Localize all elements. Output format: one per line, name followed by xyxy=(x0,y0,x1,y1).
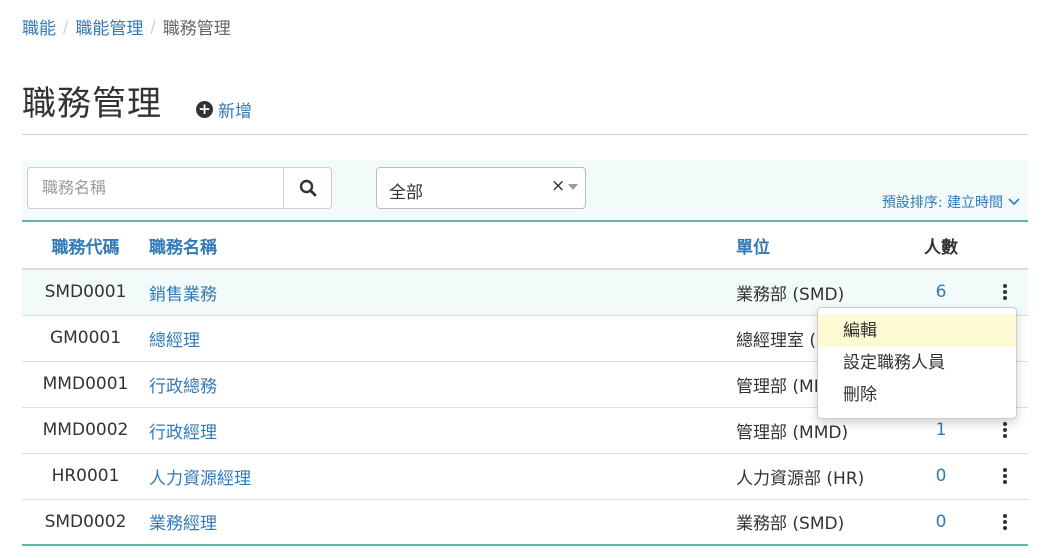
table-row: HR0001 人力資源經理 人力資源部 (HR) 0 xyxy=(22,453,1028,499)
breadcrumb-current: 職務管理 xyxy=(162,19,231,39)
sort-label: 預設排序: 建立時間 xyxy=(881,195,1003,211)
position-code: MMD0002 xyxy=(42,420,129,440)
position-count[interactable]: 0 xyxy=(901,453,981,499)
position-name-link[interactable]: 業務經理 xyxy=(149,514,217,534)
more-vertical-icon[interactable] xyxy=(1002,282,1007,302)
sort-dropdown[interactable]: 預設排序: 建立時間 xyxy=(882,192,1020,212)
position-code: SMD0001 xyxy=(44,282,127,303)
clear-icon[interactable]: × xyxy=(551,176,565,196)
table-header-row: 職務代碼 職務名稱 單位 人數 xyxy=(22,221,1028,269)
position-code: HR0001 xyxy=(51,466,120,486)
position-unit: 業務部 (SMD) xyxy=(736,514,845,535)
breadcrumb: 職能 / 職能管理 / 職務管理 xyxy=(22,14,231,39)
position-name-link[interactable]: 人力資源經理 xyxy=(149,469,251,489)
position-name-link[interactable]: 總經理 xyxy=(149,331,200,351)
add-button[interactable]: + 新增 xyxy=(196,97,252,122)
breadcrumb-separator: / xyxy=(63,17,69,36)
row-action-menu: 編輯 設定職務人員 刪除 xyxy=(817,307,1017,419)
position-code: SMD0002 xyxy=(44,511,127,532)
table-row: SMD0002 業務經理 業務部 (SMD) 0 xyxy=(22,499,1028,545)
column-header-unit[interactable]: 單位 xyxy=(736,221,901,269)
plus-circle-icon: + xyxy=(196,101,213,118)
position-name-link[interactable]: 銷售業務 xyxy=(149,285,217,305)
column-header-name[interactable]: 職務名稱 xyxy=(149,221,736,269)
search-button[interactable] xyxy=(283,168,331,208)
breadcrumb-separator: / xyxy=(150,17,156,36)
position-name-link[interactable]: 行政總務 xyxy=(149,377,217,397)
breadcrumb-link-competency[interactable]: 職能 xyxy=(22,14,56,39)
page-header: 職務管理 + 新增 xyxy=(22,76,1028,135)
more-vertical-icon[interactable] xyxy=(1002,512,1007,532)
column-header-count: 人數 xyxy=(924,237,958,258)
position-code: MMD0001 xyxy=(42,374,129,394)
breadcrumb-link-competency-management[interactable]: 職能管理 xyxy=(75,14,143,39)
search-box xyxy=(27,167,332,209)
search-icon xyxy=(299,179,316,197)
caret-down-icon xyxy=(568,184,578,190)
more-vertical-icon[interactable] xyxy=(1002,466,1007,486)
add-button-label: 新增 xyxy=(218,102,252,122)
menu-item-edit[interactable]: 編輯 xyxy=(818,315,1016,347)
menu-item-assign-members[interactable]: 設定職務人員 xyxy=(818,347,1016,379)
position-unit: 人力資源部 (HR) xyxy=(736,468,865,489)
column-header-actions xyxy=(981,221,1028,269)
position-code: GM0001 xyxy=(49,328,122,348)
page-title: 職務管理 xyxy=(22,84,162,124)
position-name-link[interactable]: 行政經理 xyxy=(149,423,217,443)
unit-select[interactable]: 全部 × xyxy=(376,167,586,209)
menu-item-delete[interactable]: 刪除 xyxy=(818,379,1016,411)
unit-select-value: 全部 xyxy=(389,183,423,203)
filter-bar: 全部 × 預設排序: 建立時間 xyxy=(22,160,1028,220)
chevron-down-icon xyxy=(1008,198,1020,206)
more-vertical-icon[interactable] xyxy=(1002,420,1007,440)
position-count[interactable]: 0 xyxy=(901,499,981,545)
column-header-code[interactable]: 職務代碼 xyxy=(22,221,149,269)
search-input[interactable] xyxy=(28,168,301,206)
